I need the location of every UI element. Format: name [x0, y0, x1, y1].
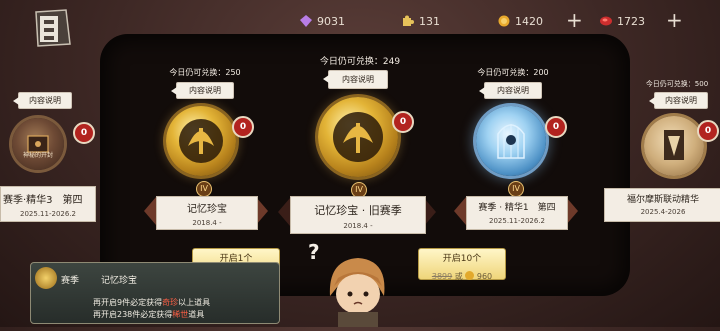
open-10-separator: 或	[454, 272, 463, 281]
add-gold-coin-button[interactable]: +	[566, 10, 583, 30]
card2-title: 记忆珍宝 · 旧赛季	[314, 204, 402, 217]
card2-name-plate[interactable]: 记忆珍宝 · 旧赛季 2018.4 -	[290, 196, 426, 234]
puzzle-amount: 131	[419, 14, 440, 28]
open-10-cost-value: 960	[476, 272, 493, 281]
door-exit-icon	[35, 9, 71, 47]
right-edge-badge: 0	[697, 120, 719, 142]
gold-coin-icon	[498, 15, 510, 27]
right-edge-title: 福尔摩斯联动精华	[626, 195, 699, 205]
puzzle-piece-icon	[403, 15, 414, 26]
card3-quota: 今日仍可兑换：200	[477, 68, 549, 77]
currency-purple-gem: 9031	[300, 12, 345, 30]
card2-badge: 0	[392, 111, 414, 133]
card1-badge: 0	[232, 116, 254, 138]
exit-door-button[interactable]	[30, 8, 74, 48]
pity-info-panel: 赛季 记忆珍宝 再开启9件必定获得奇珍以上道具 再开启238件必定获得稀世道具	[30, 262, 280, 324]
info-button-left-edge[interactable]: 内容说明	[13, 92, 72, 109]
card2-ribbon-left	[278, 198, 290, 226]
right-edge-date: 2025.4-2026	[640, 208, 686, 216]
info-button-card3[interactable]: 内容说明	[479, 82, 542, 99]
memory-treasure-emblem-icon	[179, 119, 223, 163]
card3-title: 赛季 · 精华1 第四	[478, 203, 556, 213]
left-edge-name-plate[interactable]: 赛季·精华3 第四 2025.11-2026.2	[0, 186, 96, 222]
card1-date: 2018.4 -	[192, 219, 222, 227]
character-portrait-icon	[329, 258, 385, 327]
tab-season[interactable]: 赛季	[61, 273, 79, 286]
card2-medal[interactable]	[318, 97, 398, 177]
currency-red-gem: 1723	[600, 12, 645, 30]
right-edge-name-plate[interactable]: 福尔摩斯联动精华 2025.4-2026	[604, 188, 720, 222]
info-button-card2[interactable]: 内容说明	[323, 70, 388, 89]
left-edge-date: 2025.11-2026.2	[20, 210, 76, 218]
left-edge-medal-caption: 神秘的开封	[22, 152, 53, 159]
card3-badge: 0	[545, 116, 567, 138]
red-gem-amount: 1723	[617, 14, 645, 28]
left-edge-badge: 0	[73, 122, 95, 144]
open-10-label: 开启10个	[442, 254, 482, 264]
pity-line-2-rarity: 稀世	[172, 310, 189, 319]
card1-quota: 今日仍可兑换：250	[169, 68, 241, 77]
card1-title: 记忆珍宝	[187, 204, 227, 215]
pity-line-1-suffix: 以上道具	[178, 298, 211, 307]
season-gold-icon	[35, 267, 57, 289]
right-edge-quota: 今日仍可兑换：500	[645, 80, 709, 88]
card1-level-tag: IV	[196, 181, 212, 197]
chibi-character[interactable]	[318, 256, 398, 327]
left-edge-title: 赛季·精华3 第四	[3, 195, 83, 206]
info-button-right-edge[interactable]: 内容说明	[649, 92, 708, 109]
memory-treasure-emblem-icon	[333, 112, 383, 162]
card1-name-plate[interactable]: 记忆珍宝 2018.4 -	[156, 196, 258, 230]
purple-gem-amount: 9031	[317, 14, 345, 28]
gold-coin-icon	[465, 271, 475, 280]
info-button-card1[interactable]: 内容说明	[171, 82, 234, 99]
card3-date: 2025.11-2026.2	[489, 217, 545, 225]
pity-line-2-prefix: 再开启238件必定获得	[93, 310, 173, 319]
add-red-gem-button[interactable]: +	[666, 10, 683, 30]
pity-line-1-rarity: 奇珍	[162, 298, 179, 307]
card3-medal[interactable]	[476, 106, 546, 176]
right-edge-medal[interactable]	[644, 116, 704, 176]
detective-emblem-icon	[664, 130, 684, 160]
currency-gold-coin: 1420	[498, 12, 543, 30]
card1-ribbon-left	[144, 197, 156, 225]
card3-level-tag: IV	[508, 181, 524, 197]
purple-gem-icon	[300, 15, 312, 27]
pity-line-2-suffix: 道具	[188, 310, 205, 319]
left-edge-medal[interactable]	[12, 118, 64, 170]
card3-name-plate[interactable]: 赛季 · 精华1 第四 2025.11-2026.2	[466, 196, 568, 230]
open-10-old-cost: 3899	[431, 272, 453, 281]
caged-figure-emblem-icon	[497, 124, 525, 159]
red-gem-icon	[600, 16, 612, 26]
locked-chest-icon	[27, 135, 49, 153]
pity-line-1: 再开启9件必定获得奇珍以上道具	[93, 297, 210, 308]
card1-medal[interactable]	[166, 106, 236, 176]
open-10-cost: 3899 或 960	[431, 271, 493, 281]
tab-memory-treasure[interactable]: 记忆珍宝	[101, 273, 137, 286]
pity-line-2: 再开启238件必定获得稀世道具	[93, 309, 204, 320]
pity-line-1-prefix: 再开启9件必定获得	[93, 298, 163, 307]
open-10-button[interactable]: 开启10个 3899 或 960	[418, 248, 506, 281]
card2-date: 2018.4 -	[343, 222, 373, 230]
gold-coin-amount: 1420	[515, 14, 543, 28]
card3-ribbon-left	[454, 197, 466, 225]
currency-puzzle: 131	[402, 12, 440, 30]
card2-quota: 今日仍可兑换：249	[319, 57, 401, 67]
